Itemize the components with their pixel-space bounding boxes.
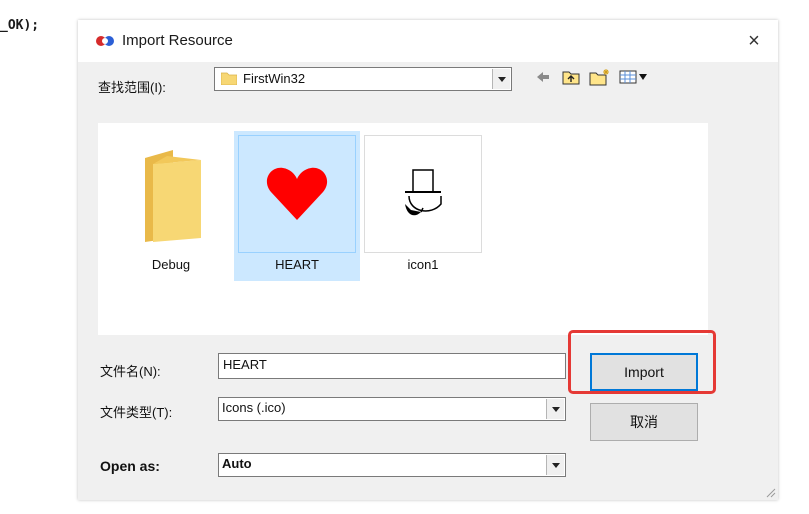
thumbnail xyxy=(238,135,356,253)
file-name: HEART xyxy=(275,257,319,272)
look-in-arrow[interactable] xyxy=(492,69,510,89)
open-as-dropdown[interactable]: Auto xyxy=(218,453,566,477)
filetype-arrow[interactable] xyxy=(546,399,564,419)
dialog-title: Import Resource xyxy=(122,32,233,49)
chevron-down-icon xyxy=(551,406,560,412)
folder-icon xyxy=(145,150,201,242)
hat-icon xyxy=(405,169,442,216)
up-folder-icon xyxy=(562,71,580,85)
filetype-dropdown[interactable]: Icons (.ico) xyxy=(218,397,566,421)
thumbnail xyxy=(112,135,230,253)
chevron-down-icon xyxy=(551,462,560,468)
file-item-debug[interactable]: Debug xyxy=(108,131,234,281)
heart-icon xyxy=(266,167,328,220)
view-menu-button[interactable] xyxy=(618,67,650,87)
new-folder-icon xyxy=(589,69,609,86)
thumbnail xyxy=(364,135,482,253)
open-as-arrow[interactable] xyxy=(546,455,564,475)
file-name: Debug xyxy=(151,257,191,272)
file-item-heart[interactable]: HEART xyxy=(234,131,360,281)
file-name: icon1 xyxy=(407,257,439,272)
open-as-label: Open as: xyxy=(100,458,160,474)
visual-studio-icon xyxy=(96,36,114,46)
file-item-icon1[interactable]: icon1 xyxy=(360,131,486,281)
back-arrow-icon xyxy=(537,72,549,82)
view-menu-icon xyxy=(619,70,647,84)
look-in-value: FirstWin32 xyxy=(243,71,306,86)
open-as-value: Auto xyxy=(222,456,252,471)
filetype-value: Icons (.ico) xyxy=(222,400,286,415)
look-in-label: 查找范围(I): xyxy=(98,80,166,95)
back-button[interactable] xyxy=(534,67,552,87)
title-bar: Import Resource × xyxy=(78,20,778,62)
file-list: Debug HEART icon1 xyxy=(98,123,708,335)
filename-value: HEART xyxy=(223,357,267,372)
import-resource-dialog: Import Resource × 查找范围(I): FirstWin32 De… xyxy=(78,20,778,500)
filetype-label: 文件类型(T): xyxy=(100,405,173,420)
filename-label: 文件名(N): xyxy=(100,364,161,379)
import-highlight-annotation xyxy=(568,330,716,394)
resize-grip-icon[interactable] xyxy=(764,486,776,498)
folder-icon xyxy=(221,72,237,85)
filename-input[interactable]: HEART xyxy=(218,353,566,379)
chevron-down-icon xyxy=(497,76,506,82)
background-code-text: _OK); xyxy=(0,18,40,33)
look-in-dropdown[interactable]: FirstWin32 xyxy=(214,67,512,91)
cancel-button[interactable]: 取消 xyxy=(590,403,698,441)
close-button[interactable]: × xyxy=(742,30,766,52)
close-icon: × xyxy=(748,30,760,52)
up-folder-button[interactable] xyxy=(560,67,582,87)
new-folder-button[interactable] xyxy=(588,67,612,87)
